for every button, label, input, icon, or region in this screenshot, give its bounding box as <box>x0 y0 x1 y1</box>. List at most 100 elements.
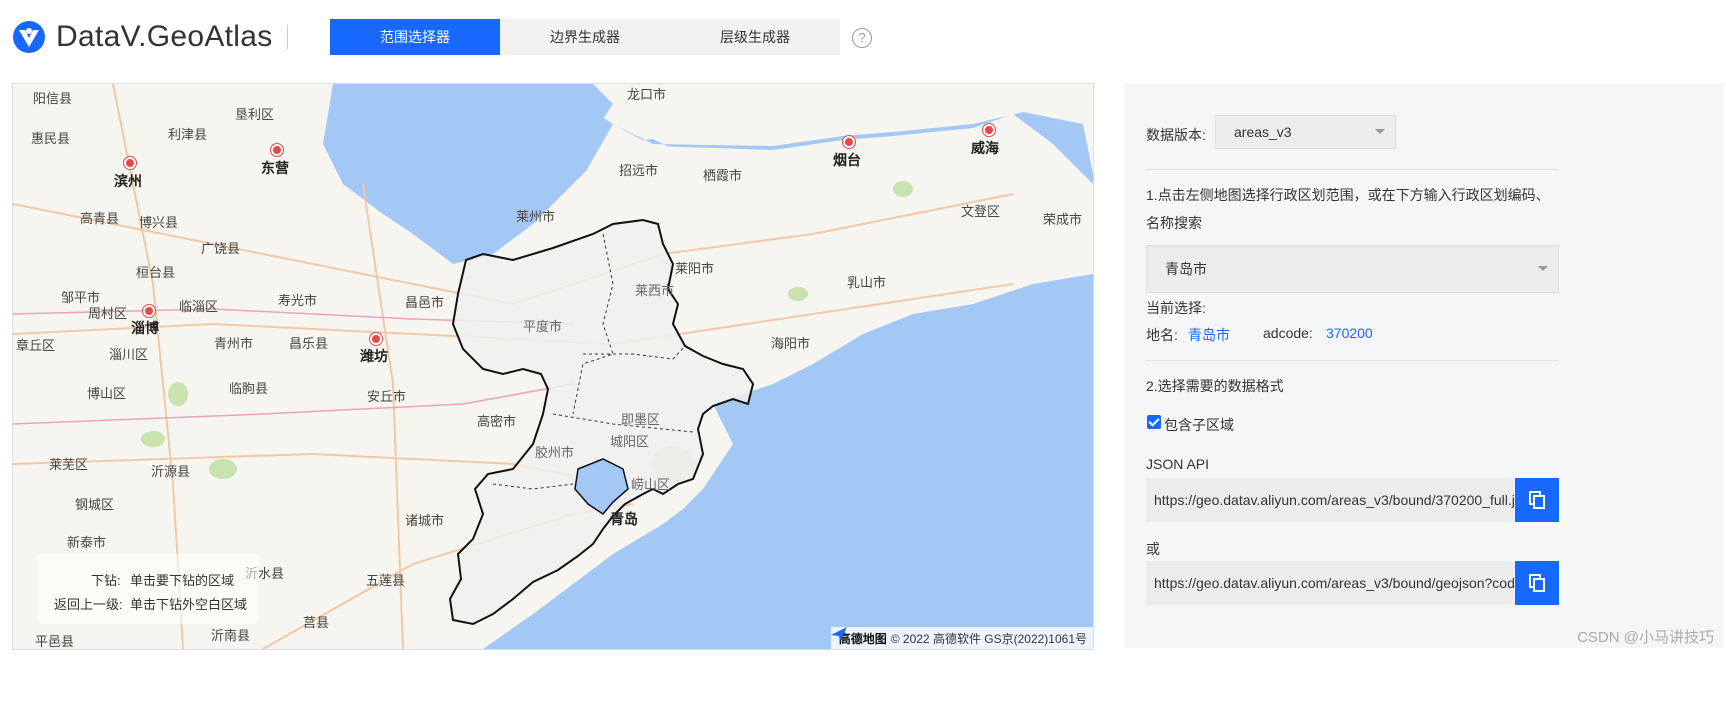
place-label: 寿光市 <box>278 294 318 309</box>
step2-instruction: 2.选择需要的数据格式 <box>1146 378 1284 394</box>
place-label: 潍坊 <box>360 349 388 365</box>
include-subregion-checkbox[interactable] <box>1147 415 1161 429</box>
current-selection-label: 当前选择: <box>1146 300 1206 316</box>
up-label: 返回上一级: <box>54 597 123 612</box>
place-label: 昌乐县 <box>289 337 329 352</box>
place-label: 莱州市 <box>516 210 556 225</box>
place-label: 莱西市 <box>635 284 675 299</box>
name-value[interactable]: 青岛市 <box>1188 325 1230 345</box>
region-search-value: 青岛市 <box>1165 261 1207 277</box>
divider <box>1146 360 1558 361</box>
logo-divider <box>286 25 288 49</box>
drill-label: 下钻: <box>91 573 121 588</box>
city-pin-icon <box>983 124 995 136</box>
divider <box>1146 169 1558 170</box>
copy-url-button[interactable] <box>1515 561 1559 605</box>
header: DataV.GeoAtlas 范围选择器 边界生成器 层级生成器 ? <box>0 0 1726 80</box>
place-label: 章丘区 <box>16 339 56 354</box>
json-api-url-field[interactable]: https://geo.datav.aliyun.com/areas_v3/bo… <box>1146 478 1514 522</box>
city-pin-icon <box>124 157 136 169</box>
map-attribution: 高德地图 © 2022 高德软件 GS京(2022)1061号 <box>830 627 1093 649</box>
place-label: 招远市 <box>619 164 659 179</box>
city-pin-icon <box>370 333 382 345</box>
place-label: 周村区 <box>88 307 128 322</box>
attribution-text: © 2022 高德软件 GS京(2022)1061号 <box>890 631 1087 646</box>
chevron-down-icon <box>1375 129 1385 134</box>
place-label: 垦利区 <box>235 108 275 123</box>
place-label: 淄川区 <box>109 348 149 363</box>
place-label: 龙口市 <box>627 88 667 103</box>
map-hint-panel: 下钻: 单击要下钻的区域 返回上一级: 单击下钻外空白区域 <box>37 554 259 624</box>
place-label: 淄博 <box>131 321 159 337</box>
place-label: 沂南县 <box>211 629 251 644</box>
place-label: 烟台 <box>833 153 861 169</box>
tab-hierarchy-generator[interactable]: 层级生成器 <box>670 19 840 55</box>
copy-url-button[interactable] <box>1515 478 1559 522</box>
place-label: 广饶县 <box>201 242 241 257</box>
place-label: 安丘市 <box>367 390 407 405</box>
place-label: 平邑县 <box>35 635 75 650</box>
chevron-down-icon <box>1538 266 1548 271</box>
place-label: 莱阳市 <box>675 262 715 277</box>
place-label: 阳信县 <box>33 92 73 107</box>
place-label: 平度市 <box>523 320 563 335</box>
place-label: 滨州 <box>114 174 142 190</box>
geojson-url-field[interactable]: https://geo.datav.aliyun.com/areas_v3/bo… <box>1146 561 1514 605</box>
place-label: 即墨区 <box>621 413 661 428</box>
city-pin-icon <box>271 144 283 156</box>
place-label: 惠民县 <box>31 132 71 147</box>
include-subregion-label: 包含子区域 <box>1164 417 1234 433</box>
tab-boundary-generator[interactable]: 边界生成器 <box>500 19 670 55</box>
place-label: 沂源县 <box>151 465 191 480</box>
place-label: 桓台县 <box>136 266 176 281</box>
place-label: 五莲县 <box>366 574 406 589</box>
place-label: 东营 <box>261 161 289 177</box>
datav-logo-icon <box>13 21 45 53</box>
drill-text: 单击要下钻的区域 <box>130 573 235 588</box>
place-label: 诸城市 <box>405 514 445 529</box>
step1-instruction: 1.点击左侧地图选择行政区划范围，或在下方输入行政区划编码、名称搜索 <box>1146 187 1550 231</box>
place-label: 青岛 <box>610 512 638 528</box>
place-label: 新泰市 <box>67 536 107 551</box>
place-label: 荣成市 <box>1043 213 1083 228</box>
version-value: areas_v3 <box>1234 124 1292 140</box>
tool-tabs: 范围选择器 边界生成器 层级生成器 <box>330 19 840 55</box>
place-label: 栖霞市 <box>703 169 743 184</box>
logo[interactable]: DataV.GeoAtlas <box>12 20 288 54</box>
region-search-select[interactable]: 青岛市 <box>1146 245 1559 293</box>
place-label: 临淄区 <box>179 300 219 315</box>
place-label: 昌邑市 <box>405 296 445 311</box>
place-label: 高青县 <box>80 212 120 227</box>
place-label: 乳山市 <box>847 276 887 291</box>
help-icon[interactable]: ? <box>852 28 872 48</box>
place-label: 利津县 <box>168 128 208 143</box>
place-label: 胶州市 <box>535 446 575 461</box>
tab-range-selector[interactable]: 范围选择器 <box>330 19 500 55</box>
place-label: 青州市 <box>214 337 254 352</box>
adcode-value[interactable]: 370200 <box>1326 325 1373 341</box>
watermark: CSDN @小马讲技巧 <box>1577 629 1714 646</box>
settings-panel: 数据版本: areas_v3 1.点击左侧地图选择行政区划范围，或在下方输入行政… <box>1124 83 1724 648</box>
place-label: 高密市 <box>477 415 517 430</box>
amap-logo-icon <box>830 627 847 641</box>
place-label: 钢城区 <box>75 498 115 513</box>
adcode-label: adcode: <box>1263 325 1313 341</box>
place-label: 博兴县 <box>139 216 179 231</box>
place-label: 文登区 <box>961 205 1001 220</box>
city-pin-icon <box>143 305 155 317</box>
app-title: DataV.GeoAtlas <box>56 20 273 53</box>
map-canvas[interactable]: 阳信县 惠民县 垦利区 利津县 龙口市 滨州 东营 烟台 威海 招远市 栖霞市 … <box>12 83 1094 650</box>
or-label: 或 <box>1146 541 1160 557</box>
copy-icon <box>1529 574 1545 592</box>
place-label: 莱芜区 <box>49 458 89 473</box>
place-label: 城阳区 <box>610 435 650 450</box>
name-label: 地名: <box>1146 327 1178 343</box>
place-label: 威海 <box>971 141 999 157</box>
place-label: 莒县 <box>303 616 330 631</box>
json-api-label: JSON API <box>1146 456 1210 472</box>
version-select[interactable]: areas_v3 <box>1215 115 1396 149</box>
place-label: 博山区 <box>87 387 127 402</box>
copy-icon <box>1529 491 1545 509</box>
place-label: 海阳市 <box>771 337 811 352</box>
place-label: 崂山区 <box>631 478 671 493</box>
